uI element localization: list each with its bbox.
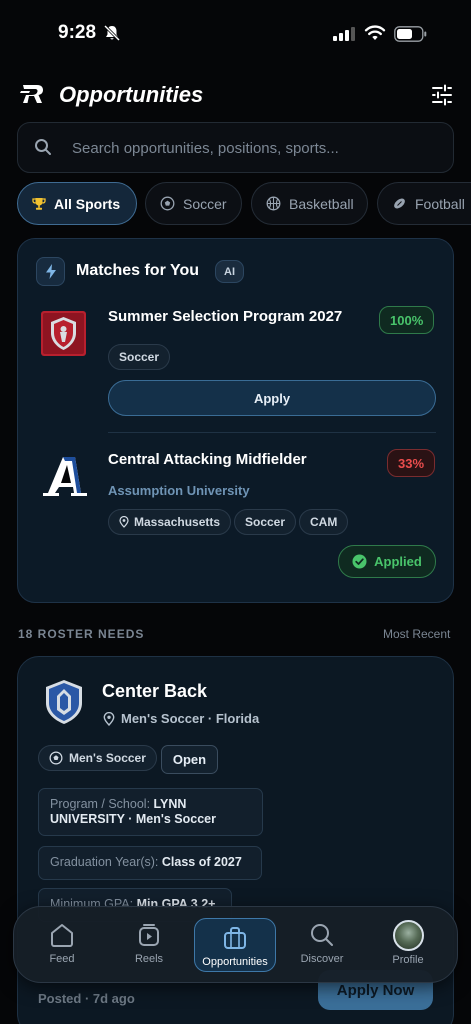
divider (108, 432, 436, 433)
ai-badge: AI (215, 260, 244, 283)
graduation-label: Graduation Year(s): (50, 855, 159, 869)
apply-button[interactable]: Apply (108, 380, 436, 416)
nav-profile[interactable]: Profile (368, 916, 448, 974)
soccer-ball-icon (160, 196, 175, 211)
trophy-icon (32, 197, 46, 210)
university-logo (43, 457, 87, 496)
match-title[interactable]: Summer Selection Program 2027 (108, 308, 342, 325)
program-logo (41, 311, 86, 356)
status-time: 9:28 (58, 22, 97, 43)
program-info: Program / School: LYNN UNIVERSITY · Men'… (38, 788, 263, 836)
avatar (392, 920, 424, 951)
filter-chip-basketball[interactable]: Basketball (251, 182, 368, 225)
open-status-badge: Open (161, 745, 218, 774)
location-tag-label: Massachusetts (134, 515, 221, 529)
search-input[interactable] (72, 133, 432, 163)
match-title[interactable]: Central Attacking Midfielder (108, 451, 307, 468)
sport-tag: Soccer (108, 344, 171, 370)
football-icon (394, 198, 405, 209)
roster-sport-tag: Men's Soccer (38, 745, 157, 771)
filter-chip-football[interactable]: Football (377, 182, 471, 225)
nav-label: Discover (300, 953, 344, 965)
position-tag: CAM (299, 509, 349, 535)
match-percent-badge: 100% (379, 306, 435, 334)
matches-title: Matches for You (76, 262, 199, 279)
page-title: Opportunities (59, 82, 204, 107)
filter-chip-label: Soccer (183, 195, 227, 212)
match-percent-badge: 33% (387, 449, 436, 477)
program-label: Program / School: (50, 797, 151, 811)
roster-location: Men's Soccer · Florida (103, 711, 259, 726)
nav-reels[interactable]: Reels (109, 916, 189, 974)
filter-chip-all-sports[interactable]: All Sports (17, 182, 137, 225)
university-name: Assumption University (108, 483, 250, 498)
roster-title: Center Back (102, 681, 208, 701)
nav-label: Opportunities (202, 956, 268, 968)
filter-chip-soccer[interactable]: Soccer (145, 182, 242, 225)
filter-chip-label: All Sports (54, 195, 121, 212)
check-circle-icon (352, 554, 367, 569)
graduation-value: Class of 2027 (161, 855, 242, 869)
basketball-icon (266, 196, 281, 211)
battery-icon (394, 26, 427, 42)
search-icon (311, 924, 333, 946)
nav-discover[interactable]: Discover (282, 916, 362, 974)
briefcase-icon (224, 927, 246, 949)
bolt-icon (36, 257, 65, 286)
app-logo (20, 85, 43, 103)
roster-sport-label: Men's Soccer (69, 751, 146, 765)
search-icon (35, 139, 51, 155)
roster-count-label: 18 ROSTER NEEDS (18, 627, 145, 641)
location-tag: Massachusetts (108, 509, 232, 535)
location-pin-icon (119, 516, 129, 528)
nav-label: Reels (134, 953, 164, 965)
nav-opportunities[interactable]: Opportunities (194, 918, 276, 972)
wifi-icon (364, 25, 386, 40)
nav-label: Profile (392, 954, 424, 966)
cellular-signal-icon (333, 27, 357, 41)
reels-icon (139, 924, 159, 946)
soccer-ball-icon (49, 751, 63, 765)
sliders-icon[interactable] (430, 83, 454, 107)
applied-label: Applied (374, 554, 422, 569)
roster-location-text: Men's Soccer · Florida (121, 711, 260, 726)
applied-status-badge: Applied (338, 545, 436, 578)
graduation-info: Graduation Year(s): Class of 2027 (38, 846, 262, 880)
location-pin-icon (103, 711, 115, 726)
bell-off-icon (103, 24, 121, 42)
nav-label: Feed (49, 953, 75, 965)
school-crest-logo (46, 680, 82, 724)
nav-feed[interactable]: Feed (22, 916, 102, 974)
sport-tag: Soccer (234, 509, 297, 535)
sort-dropdown[interactable]: Most Recent (383, 627, 450, 641)
filter-chip-label: Basketball (289, 195, 354, 212)
home-icon (51, 924, 73, 947)
filter-chip-label: Football (415, 195, 465, 212)
posted-time: Posted · 7d ago (38, 991, 135, 1006)
